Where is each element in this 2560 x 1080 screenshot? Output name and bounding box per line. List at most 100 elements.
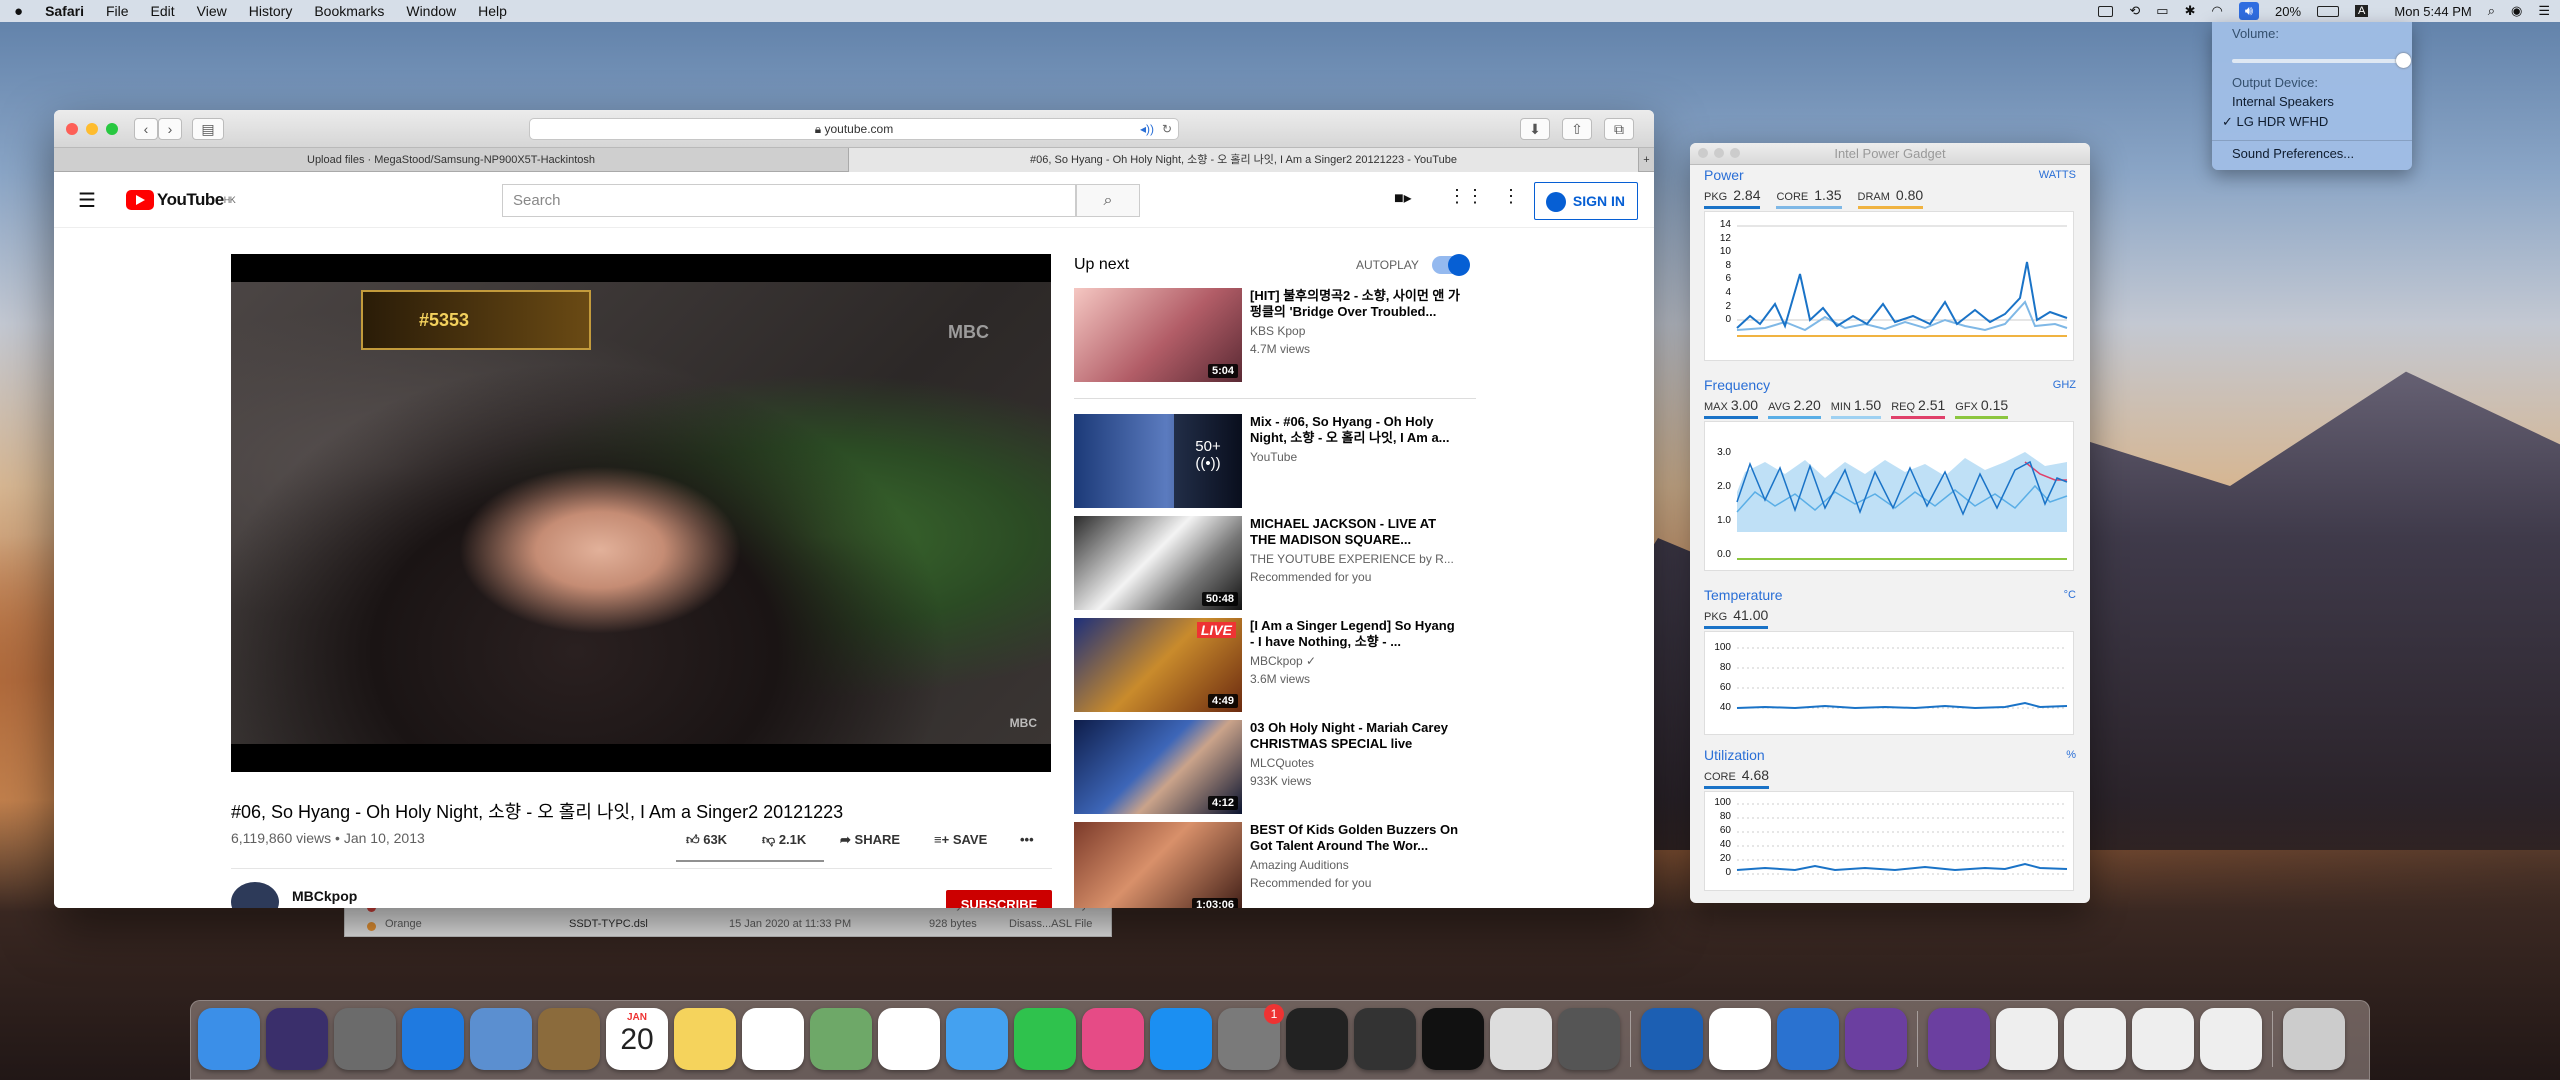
itunes-icon[interactable] [1082, 1008, 1144, 1070]
channel-avatar[interactable] [231, 882, 279, 908]
battery-percent[interactable]: 20% [2275, 4, 2301, 19]
zoom-button[interactable] [1730, 148, 1740, 158]
menu-app-name[interactable]: Safari [45, 3, 84, 19]
utilities-icon[interactable] [1558, 1008, 1620, 1070]
dislike-button[interactable]: 👎︎ 2.1K [762, 832, 806, 848]
github-icon[interactable] [1928, 1008, 1990, 1070]
tab-github-upload[interactable]: Upload files · MegaStood/Samsung-NP900X5… [54, 148, 849, 172]
finder-icon[interactable] [198, 1008, 260, 1070]
system-preferences-icon[interactable]: 1 [1218, 1004, 1284, 1070]
photos-icon[interactable] [878, 1008, 940, 1070]
sidebar-toggle-icon[interactable]: ▤ [192, 118, 224, 140]
video-thumbnail[interactable]: 50:48 [1074, 516, 1242, 610]
video-player[interactable]: #5353 MBC MBC [231, 254, 1051, 772]
video-thumbnail[interactable]: 1:03:06 [1074, 822, 1242, 908]
window-2-icon[interactable] [2064, 1008, 2126, 1070]
reload-icon[interactable]: ↻ [1162, 119, 1172, 139]
menu-file[interactable]: File [106, 3, 129, 19]
messages-icon[interactable] [946, 1008, 1008, 1070]
rec-title[interactable]: [I Am a Singer Legend] So Hyang - I have… [1250, 618, 1460, 650]
screen-mirror-icon[interactable] [2098, 5, 2114, 17]
forward-button[interactable]: › [158, 118, 182, 140]
menu-window[interactable]: Window [406, 3, 456, 19]
back-button[interactable]: ‹ [134, 118, 158, 140]
tab-youtube[interactable]: #06, So Hyang - Oh Holy Night, 소향 - 오 홀리… [849, 148, 1639, 172]
tabs-overview-icon[interactable]: ⧉ [1604, 118, 1634, 140]
share-button[interactable]: ➦ SHARE [840, 832, 900, 848]
rec-title[interactable]: Mix - #06, So Hyang - Oh Holy Night, 소향 … [1250, 414, 1460, 446]
address-bar[interactable]: 🔒︎ youtube.com ◂)) ↻ [529, 118, 1179, 140]
recommended-mix[interactable]: 50+ ((•)) Mix - #06, So Hyang - Oh Holy N… [1074, 414, 1474, 510]
preview-icon[interactable] [470, 1008, 532, 1070]
more-actions-icon[interactable]: ••• [1020, 832, 1034, 847]
recommended-video[interactable]: 1:03:06 BEST Of Kids Golden Buzzers On G… [1074, 822, 1474, 908]
xcode-icon[interactable] [1777, 1008, 1839, 1070]
menu-help[interactable]: Help [478, 3, 507, 19]
video-thumbnail[interactable]: 4:12 [1074, 720, 1242, 814]
recommended-video[interactable]: 50:48 MICHAEL JACKSON - LIVE AT THE MADI… [1074, 516, 1474, 612]
youtube-logo[interactable]: YouTube HK [126, 190, 236, 210]
menu-edit[interactable]: Edit [151, 3, 175, 19]
menu-view[interactable]: View [197, 3, 227, 19]
search-button[interactable]: ⌕ [1076, 184, 1140, 217]
clock[interactable]: Mon 5:44 PM [2394, 4, 2471, 19]
wifi-icon[interactable]: ◠ [2211, 3, 2222, 19]
siri-icon[interactable] [266, 1008, 328, 1070]
minimize-button[interactable] [1714, 148, 1724, 158]
apple-menu-icon[interactable]: ● [14, 3, 23, 20]
facetime-icon[interactable] [1014, 1008, 1076, 1070]
volume-icon[interactable]: 🔊︎ [2238, 2, 2260, 20]
device-internal-speakers[interactable]: Internal Speakers [2232, 94, 2334, 109]
rec-title[interactable]: MICHAEL JACKSON - LIVE AT THE MADISON SQ… [1250, 516, 1460, 548]
battery-icon[interactable] [2317, 5, 2340, 17]
sign-in-button[interactable]: SIGN IN [1534, 182, 1638, 220]
hamburger-menu-icon[interactable]: ☰ [78, 188, 96, 213]
recommended-video[interactable]: LIVE 4:49 [I Am a Singer Legend] So Hyan… [1074, 618, 1474, 714]
video-thumbnail[interactable]: 50+ ((•)) [1074, 414, 1242, 508]
clover-icon[interactable] [1354, 1008, 1416, 1070]
share-icon[interactable]: ⇧ [1562, 118, 1592, 140]
channel-name[interactable]: MBCkpop [292, 888, 357, 904]
calendar-icon[interactable]: JAN 20 [606, 1008, 668, 1070]
close-button[interactable] [66, 123, 78, 135]
minimize-button[interactable] [86, 123, 98, 135]
subscribe-button[interactable]: SUBSCRIBE [946, 890, 1052, 908]
video-thumbnail[interactable]: 5:04 [1074, 288, 1242, 382]
feather-icon[interactable] [1286, 1008, 1348, 1070]
input-source-icon[interactable]: A [2355, 5, 2369, 17]
search-input[interactable]: Search [502, 184, 1076, 217]
spotlight-icon[interactable]: ⌕ [2488, 3, 2495, 19]
save-button[interactable]: ≡+ SAVE [934, 832, 987, 847]
volume-slider[interactable] [2232, 53, 2411, 68]
user-icon[interactable]: ◉ [2511, 3, 2522, 19]
settings-more-icon[interactable]: ⋮ [1502, 186, 1520, 207]
launchpad-icon[interactable] [334, 1008, 396, 1070]
bluetooth-icon[interactable]: ✱ [2185, 3, 2196, 19]
terminal-icon[interactable] [1422, 1008, 1484, 1070]
autoplay-toggle[interactable] [1432, 254, 1470, 276]
sound-preferences-item[interactable]: Sound Preferences... [2232, 146, 2354, 161]
window-3-icon[interactable] [2132, 1008, 2194, 1070]
menu-history[interactable]: History [249, 3, 293, 19]
apps-grid-icon[interactable]: ⋮⋮ [1448, 186, 1484, 207]
notification-center-icon[interactable]: ☰ [2538, 3, 2550, 19]
display-icon[interactable]: ▭ [2156, 3, 2168, 19]
zoom-button[interactable] [106, 123, 118, 135]
window-1-icon[interactable] [1996, 1008, 2058, 1070]
like-button[interactable]: 👍︎ 63K [686, 832, 727, 848]
trash-icon[interactable] [2283, 1008, 2345, 1070]
notes-icon[interactable] [674, 1008, 736, 1070]
sync-icon[interactable]: ⟲ [2129, 3, 2140, 19]
rec-title[interactable]: BEST Of Kids Golden Buzzers On Got Talen… [1250, 822, 1460, 854]
safari-icon[interactable] [402, 1008, 464, 1070]
recommended-video[interactable]: 4:12 03 Oh Holy Night - Mariah Carey CHR… [1074, 720, 1474, 816]
menu-bookmarks[interactable]: Bookmarks [314, 3, 384, 19]
github-desktop-icon[interactable] [1845, 1008, 1907, 1070]
app-store-icon[interactable] [1150, 1008, 1212, 1070]
intel-power-gadget-icon[interactable] [1641, 1008, 1703, 1070]
device-lg-hdr[interactable]: ✓ LG HDR WFHD [2222, 114, 2328, 130]
recommended-video[interactable]: 5:04 [HIT] 불후의명곡2 - 소향, 사이먼 앤 가펑클의 'Brid… [1074, 288, 1474, 384]
video-thumbnail[interactable]: LIVE 4:49 [1074, 618, 1242, 712]
audio-playing-icon[interactable]: ◂)) [1140, 119, 1154, 139]
chrome-icon[interactable] [1709, 1008, 1771, 1070]
